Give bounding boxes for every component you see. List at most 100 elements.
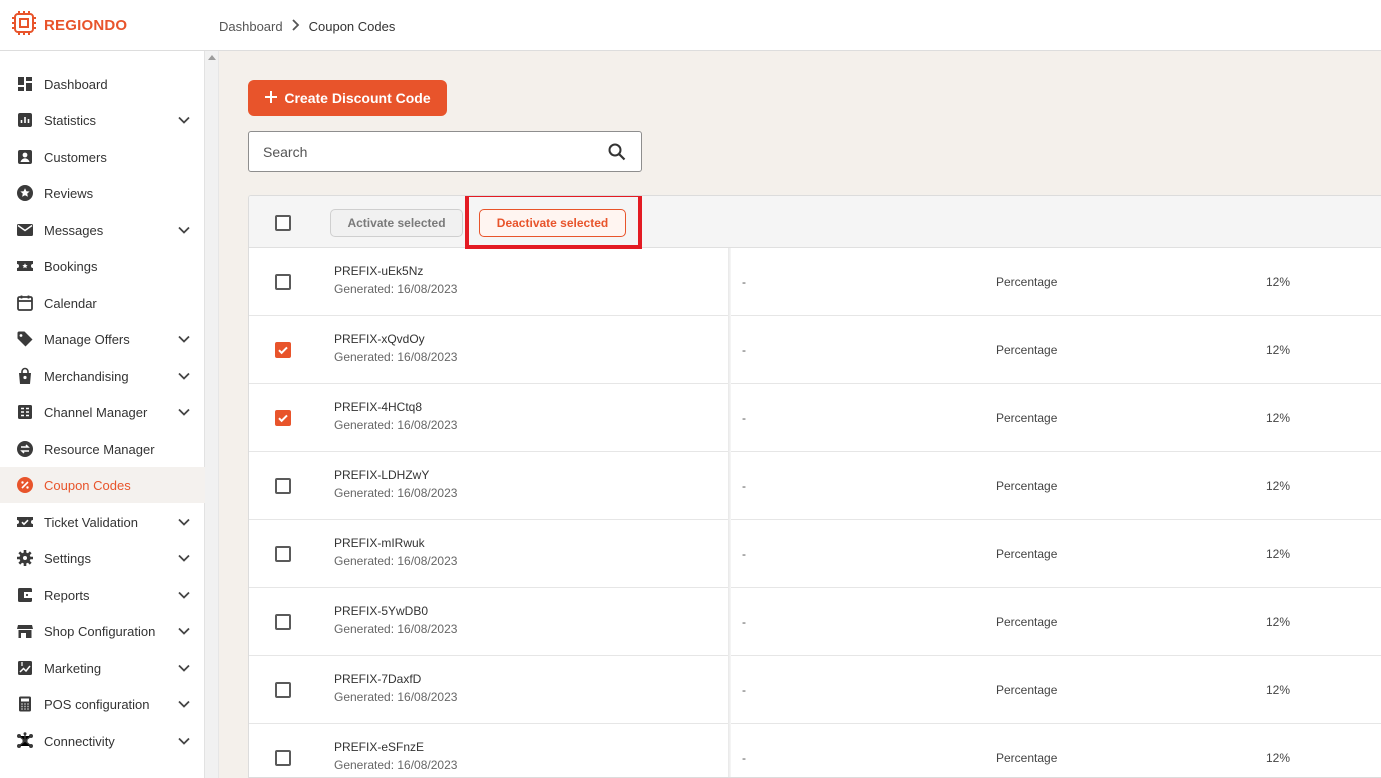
sidebar-item-settings[interactable]: Settings [0,540,205,576]
scroll-up-arrow-icon[interactable] [208,55,216,60]
discount-type: Percentage [996,615,1058,629]
sidebar-item-label: Settings [44,550,91,566]
validity-value: - [742,683,746,697]
swap-icon [16,440,34,458]
bar-chart-icon [16,111,34,129]
sidebar-item-manage-offers[interactable]: Manage Offers [0,321,205,357]
validity-value: - [742,751,746,765]
sidebar-item-marketing[interactable]: Marketing [0,650,205,686]
row-checkbox[interactable] [275,546,291,562]
table-row[interactable]: PREFIX-xQvdOy Generated: 16/08/2023 - Perce… [249,316,1381,384]
validity-value: - [742,547,746,561]
chevron-down-icon[interactable] [177,624,191,638]
row-checkbox[interactable] [275,342,291,358]
chevron-down-icon[interactable] [177,734,191,748]
sidebar-item-reports[interactable]: Reports [0,577,205,613]
sidebar-item-ticket-validation[interactable]: Ticket Validation [0,504,205,540]
sidebar-item-coupon-codes[interactable]: Coupon Codes [0,467,205,503]
checkmark-icon [278,414,288,423]
create-discount-code-button[interactable]: Create Discount Code [248,80,447,116]
breadcrumb-dashboard-link[interactable]: Dashboard [219,19,283,34]
sidebar-item-label: Statistics [44,112,97,128]
sidebar-item-dashboard[interactable]: Dashboard [0,66,205,102]
chevron-down-icon[interactable] [177,369,191,383]
checkmark-icon [278,346,288,355]
coupon-code[interactable]: PREFIX-5YwDB0 [334,604,428,618]
chevron-down-icon[interactable] [177,405,191,419]
row-checkbox[interactable] [275,478,291,494]
table-row[interactable]: PREFIX-LDHZwY Generated: 16/08/2023 - Perce… [249,452,1381,520]
sidebar-item-label: Manage Offers [44,331,130,347]
wallet-icon [16,586,34,604]
logo-text: REGIONDO [44,16,128,34]
discount-type: Percentage [996,479,1058,493]
coupon-code[interactable]: PREFIX-xQvdOy [334,332,425,346]
search-icon[interactable] [607,142,627,162]
validity-value: - [742,615,746,629]
logo[interactable]: REGIONDO [10,10,127,40]
coupon-code[interactable]: PREFIX-LDHZwY [334,468,429,482]
highlight-annotation [465,196,642,249]
row-checkbox[interactable] [275,750,291,766]
generated-date: Generated: 16/08/2023 [334,350,458,364]
table-row[interactable]: PREFIX-mIRwuk Generated: 16/08/2023 - Perce… [249,520,1381,588]
percent-icon [16,476,34,494]
discount-amount: 12% [1266,615,1291,629]
chevron-down-icon[interactable] [177,223,191,237]
dashboard-icon [16,75,34,93]
generated-date: Generated: 16/08/2023 [334,758,458,772]
discount-amount: 12% [1266,411,1291,425]
row-checkbox[interactable] [275,410,291,426]
chevron-down-icon[interactable] [177,661,191,675]
column-divider [728,248,731,777]
marketing-icon [16,659,34,677]
regiondo-logo-icon [10,9,38,42]
chevron-down-icon[interactable] [177,588,191,602]
sidebar-item-calendar[interactable]: Calendar [0,285,205,321]
sidebar-item-reviews[interactable]: Reviews [0,175,205,211]
chevron-down-icon[interactable] [177,332,191,346]
coupon-code[interactable]: PREFIX-uEk5Nz [334,264,423,278]
sidebar-item-messages[interactable]: Messages [0,212,205,248]
chevron-down-icon[interactable] [177,697,191,711]
chevron-down-icon[interactable] [177,551,191,565]
sidebar-item-label: Messages [44,222,104,238]
validity-value: - [742,479,746,493]
sidebar-item-shop-configuration[interactable]: Shop Configuration [0,613,205,649]
generated-date: Generated: 16/08/2023 [334,622,458,636]
coupon-code[interactable]: PREFIX-mIRwuk [334,536,425,550]
discount-type: Percentage [996,343,1058,357]
search-input[interactable] [249,143,607,160]
validity-value: - [742,343,746,357]
chevron-down-icon[interactable] [177,113,191,127]
row-checkbox[interactable] [275,274,291,290]
table-row[interactable]: PREFIX-7DaxfD Generated: 16/08/2023 - Perce… [249,656,1381,724]
sidebar-scrollbar[interactable] [205,51,219,778]
validity-value: - [742,275,746,289]
activate-selected-button[interactable]: Activate selected [330,209,463,237]
sidebar-item-connectivity[interactable]: Connectivity [0,723,205,759]
coupon-code[interactable]: PREFIX-7DaxfD [334,672,421,686]
sidebar-item-statistics[interactable]: Statistics [0,102,205,138]
row-checkbox[interactable] [275,614,291,630]
plus-icon [264,90,278,107]
table-row[interactable]: PREFIX-uEk5Nz Generated: 16/08/2023 - Perce… [249,248,1381,316]
sidebar-item-resource-manager[interactable]: Resource Manager [0,431,205,467]
sidebar-item-channel-manager[interactable]: Channel Manager [0,394,205,430]
discount-type: Percentage [996,683,1058,697]
table-row[interactable]: PREFIX-5YwDB0 Generated: 16/08/2023 - Perce… [249,588,1381,656]
sidebar-item-label: Resource Manager [44,441,155,457]
sidebar-item-customers[interactable]: Customers [0,139,205,175]
sidebar-item-merchandising[interactable]: Merchandising [0,358,205,394]
discount-amount: 12% [1266,275,1291,289]
coupon-code[interactable]: PREFIX-4HCtq8 [334,400,422,414]
table-row[interactable]: PREFIX-4HCtq8 Generated: 16/08/2023 - Perce… [249,384,1381,452]
breadcrumb-current: Coupon Codes [308,18,396,34]
sidebar-item-bookings[interactable]: Bookings [0,248,205,284]
row-checkbox[interactable] [275,682,291,698]
chevron-down-icon[interactable] [177,515,191,529]
coupon-code[interactable]: PREFIX-eSFnzE [334,740,424,754]
select-all-checkbox[interactable] [275,215,291,231]
table-row[interactable]: PREFIX-eSFnzE Generated: 16/08/2023 - Perce… [249,724,1381,777]
sidebar-item-pos-configuration[interactable]: POS configuration [0,686,205,722]
